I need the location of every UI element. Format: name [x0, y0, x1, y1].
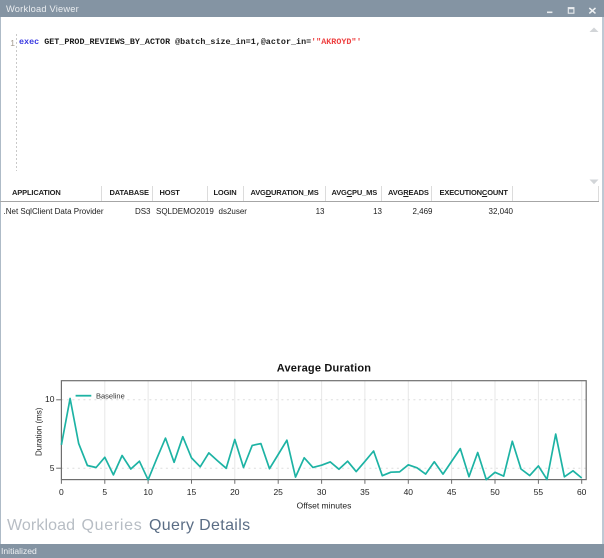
svg-text:35: 35 [360, 487, 370, 497]
svg-text:25: 25 [273, 487, 283, 497]
svg-text:5: 5 [102, 487, 107, 497]
svg-text:55: 55 [534, 487, 544, 497]
svg-text:50: 50 [490, 487, 500, 497]
svg-text:10: 10 [143, 487, 153, 497]
svg-text:45: 45 [447, 487, 457, 497]
svg-text:10: 10 [45, 394, 55, 404]
svg-text:15: 15 [187, 487, 197, 497]
svg-text:60: 60 [577, 487, 587, 497]
svg-text:40: 40 [404, 487, 414, 497]
svg-text:5: 5 [50, 463, 55, 473]
svg-text:Offset minutes: Offset minutes [297, 501, 352, 511]
svg-text:0: 0 [59, 487, 64, 497]
svg-text:Average Duration: Average Duration [277, 363, 372, 375]
svg-text:20: 20 [230, 487, 240, 497]
svg-text:Duration (ms): Duration (ms) [35, 407, 44, 456]
svg-text:Baseline: Baseline [96, 392, 125, 401]
svg-text:30: 30 [317, 487, 327, 497]
